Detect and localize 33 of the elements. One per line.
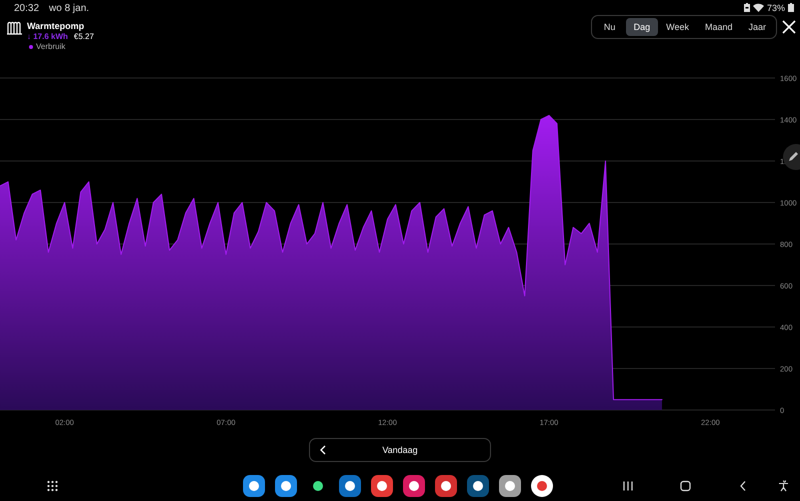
period-label: Vandaag — [381, 445, 419, 455]
cost-total: €5.27 — [74, 32, 94, 41]
wifi-icon — [752, 3, 764, 12]
period-tab[interactable]: Maand — [696, 18, 740, 36]
app-icon[interactable] — [275, 474, 297, 496]
energy-total: ↓ 17.6 kWh — [27, 32, 68, 41]
battery-saver-icon — [744, 3, 750, 12]
app-grid-icon[interactable] — [47, 480, 58, 491]
home-icon[interactable] — [680, 480, 691, 491]
app-icon[interactable] — [371, 474, 393, 496]
radiator-icon — [6, 21, 23, 37]
clock-time: 20:32 — [14, 3, 40, 16]
period-tab[interactable]: Jaar — [740, 18, 774, 36]
app-icon[interactable] — [403, 474, 425, 496]
app-icon[interactable] — [531, 474, 553, 496]
app-icon[interactable] — [499, 474, 521, 496]
app-icon[interactable] — [467, 474, 489, 496]
app-icon[interactable] — [243, 474, 265, 496]
period-tab[interactable]: Nu — [594, 18, 626, 36]
app-icon[interactable] — [339, 474, 361, 496]
period-tab[interactable]: Week — [658, 18, 697, 36]
recent-apps-icon[interactable] — [623, 480, 634, 491]
period-tab[interactable]: Dag — [626, 18, 658, 36]
date: wo 8 jan. — [49, 3, 90, 16]
app-icon[interactable] — [435, 474, 457, 496]
battery-icon — [788, 3, 794, 12]
close-icon[interactable] — [782, 20, 796, 34]
device-name: Warmtepomp — [27, 21, 86, 31]
accessibility-icon[interactable] — [778, 480, 789, 491]
battery-level: 73% — [766, 2, 785, 12]
pencil-icon — [788, 152, 798, 162]
chevron-left-icon[interactable] — [320, 445, 326, 455]
legend-label: Verbruik — [36, 42, 66, 51]
